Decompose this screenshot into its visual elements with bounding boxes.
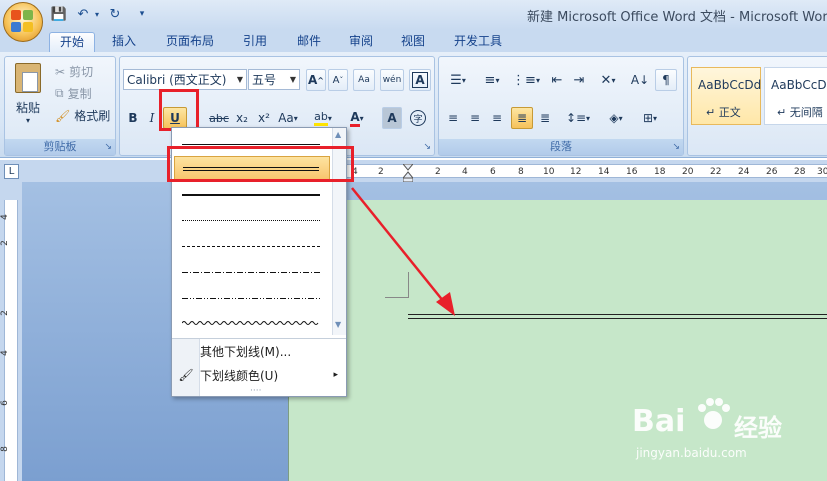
underline-dotted[interactable] xyxy=(174,208,330,234)
underline-color-item[interactable]: 🖌 下划线颜色(U) ▸ xyxy=(172,363,346,387)
office-button[interactable] xyxy=(3,2,43,42)
submenu-arrow-icon: ▸ xyxy=(333,370,338,380)
baidu-jingyan-watermark: Bai 经验 jingyan.baidu.com xyxy=(632,398,822,470)
paint-bucket-icon: 🖌 xyxy=(178,368,194,382)
more-underlines-item[interactable]: 其他下划线(M)... xyxy=(172,339,346,363)
underline-dash-dot-dot[interactable] xyxy=(174,286,330,312)
underline-wavy[interactable] xyxy=(174,312,330,338)
underline-dashed[interactable] xyxy=(174,234,330,260)
menu-resize-grip[interactable]: ···· xyxy=(250,386,261,396)
underline-dash-dot[interactable] xyxy=(174,260,330,286)
double-underline-highlight-box xyxy=(167,146,354,182)
underline-thick[interactable] xyxy=(174,182,330,208)
scroll-up-icon[interactable]: ▲ xyxy=(335,130,341,139)
scroll-down-icon[interactable]: ▼ xyxy=(335,320,341,329)
office-logo-icon xyxy=(11,10,35,34)
paw-icon xyxy=(694,396,732,434)
